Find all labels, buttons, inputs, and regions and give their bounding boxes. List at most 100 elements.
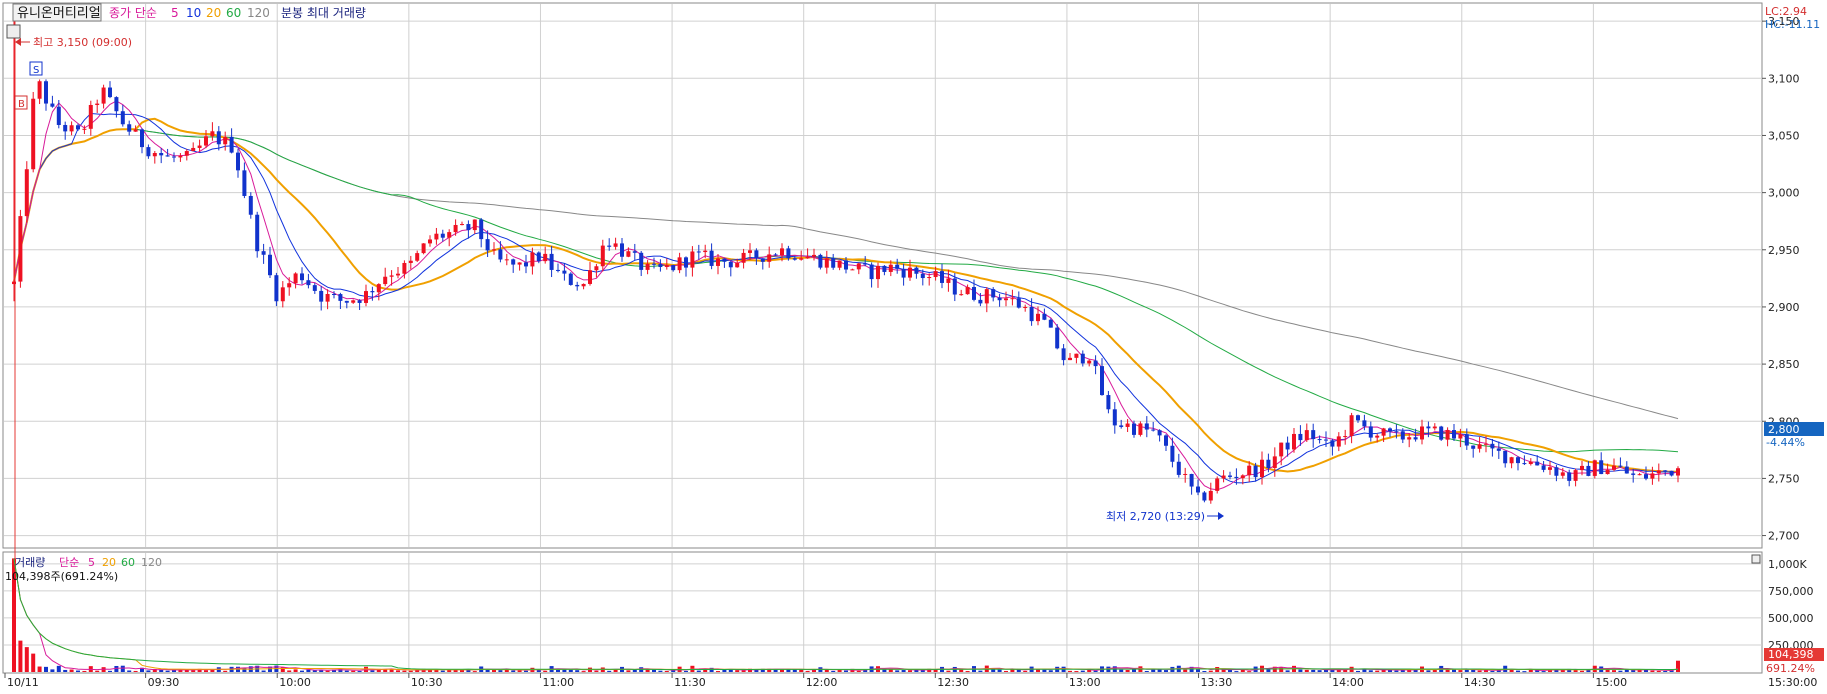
candle-body <box>1637 474 1642 476</box>
candle-body <box>447 232 452 238</box>
volume-bar <box>613 669 618 672</box>
candle-body <box>722 258 727 262</box>
candle-body <box>524 262 528 267</box>
volume-bar <box>440 670 445 672</box>
buy-marker[interactable]: B <box>14 95 28 110</box>
volume-bar <box>293 669 298 672</box>
candle-body <box>255 214 260 252</box>
buy-marker-label: B <box>18 99 25 110</box>
candle-body <box>901 268 906 278</box>
candle-body <box>914 267 919 274</box>
volume-bar <box>1074 671 1079 673</box>
volume-bar <box>728 669 733 672</box>
candle-body <box>530 252 535 267</box>
candle-body <box>383 276 388 285</box>
candle-body <box>780 248 784 256</box>
time-tick-label: 12:30 <box>937 676 969 689</box>
candle-body <box>1036 313 1040 322</box>
volume-bar <box>37 666 42 672</box>
candle-body <box>645 263 650 270</box>
candle-body <box>1624 466 1629 474</box>
candle-body <box>1477 444 1482 449</box>
volume-tick-label: 500,000 <box>1768 612 1814 625</box>
volume-bar <box>1151 669 1156 672</box>
volume-bar <box>1516 670 1520 672</box>
volume-bar <box>1247 671 1252 673</box>
low-label: 최저 2,720 (13:29) <box>1106 510 1205 523</box>
candle-body <box>82 128 87 130</box>
volume-tick-label: 750,000 <box>1768 585 1814 598</box>
volume-bar <box>370 670 375 672</box>
candle-body <box>1247 465 1252 476</box>
time-tick-label: 13:30 <box>1201 676 1233 689</box>
volume-bar <box>306 669 311 672</box>
volume-bar <box>1458 670 1463 672</box>
volume-bar <box>1080 670 1085 672</box>
price-tick-label: 2,750 <box>1768 472 1800 485</box>
candle-body <box>1266 459 1271 468</box>
high-label: 최고 3,150 (09:00) <box>33 36 132 49</box>
volume-bar <box>63 669 68 672</box>
candle-body <box>1023 307 1028 309</box>
price-tick-label: 2,950 <box>1768 244 1800 257</box>
candle-body <box>69 125 74 132</box>
candle-body <box>600 245 605 267</box>
candle-body <box>741 252 746 263</box>
volume-bar <box>402 670 407 672</box>
candle-body <box>863 263 868 265</box>
candle-body <box>376 284 381 293</box>
volume-bar <box>773 669 778 672</box>
candle-body <box>1362 420 1367 427</box>
volume-bar <box>581 671 586 673</box>
candle-body <box>639 252 644 270</box>
candle-body <box>492 249 496 251</box>
candle-body <box>1093 360 1098 367</box>
time-end-label: 15:30:00 <box>1768 676 1817 689</box>
candle-body <box>850 269 855 271</box>
candle-body <box>1004 298 1008 301</box>
volume-bar <box>82 670 87 672</box>
candle-body <box>511 259 516 265</box>
candle-body <box>18 216 23 282</box>
volume-bar <box>114 665 119 672</box>
volume-pane-close-icon[interactable] <box>1751 554 1761 564</box>
volume-bar <box>805 671 810 673</box>
candle-body <box>191 147 196 152</box>
candle-body <box>799 258 804 260</box>
volume-bar <box>357 671 362 673</box>
candle-body <box>1676 468 1680 476</box>
candle-body <box>888 264 893 272</box>
candle-body <box>703 250 708 253</box>
candle-body <box>620 243 624 257</box>
volume-bar <box>1394 670 1399 672</box>
candle-body <box>1176 461 1181 475</box>
candle-body <box>895 264 900 269</box>
volume-bar <box>735 670 740 672</box>
candle-body <box>1196 486 1200 493</box>
volume-tick-label: 1,000K <box>1768 558 1807 571</box>
volume-bar <box>1048 670 1053 672</box>
sell-marker[interactable]: S <box>29 61 43 76</box>
candle-body <box>837 260 842 268</box>
volume-bar <box>965 671 970 673</box>
volume-bar <box>831 670 836 672</box>
candle-body <box>1554 467 1559 476</box>
chart-settings-icon[interactable] <box>6 24 21 39</box>
candle-body <box>1394 431 1399 433</box>
volume-bar <box>1580 670 1584 672</box>
volume-bar <box>1228 670 1232 672</box>
candle-body <box>1548 467 1552 470</box>
candle-body <box>1612 465 1616 470</box>
candle-body <box>952 278 957 295</box>
volume-bar <box>408 670 413 672</box>
candle-body <box>1183 473 1188 475</box>
volume-bar <box>1676 660 1680 672</box>
volume-bar <box>300 670 304 672</box>
volume-bar <box>658 670 663 672</box>
candle-body <box>1074 353 1079 358</box>
candle-body <box>1272 456 1277 468</box>
volume-bar <box>1541 671 1546 673</box>
candle-body <box>1439 426 1444 440</box>
candle-body <box>684 257 688 268</box>
candle-body <box>1356 415 1360 421</box>
